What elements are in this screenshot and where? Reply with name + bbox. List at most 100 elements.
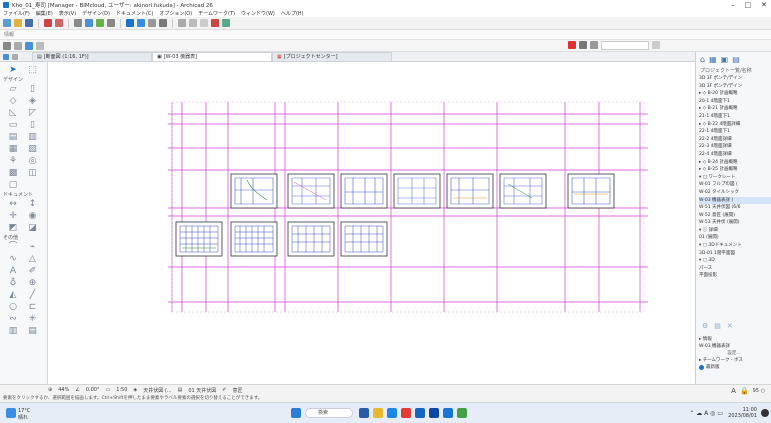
drawing-thumbnail[interactable] — [230, 173, 278, 209]
navigator-item[interactable]: W-03 機器表詳 ( — [699, 196, 771, 205]
navigator-item[interactable]: ▸ ◇ B-24 計画概略 — [699, 159, 771, 167]
shell-tool-icon[interactable]: ◸ — [26, 108, 40, 118]
navigator-item[interactable]: ▸ ◇ B-21 計画概略 — [699, 105, 771, 113]
percent-label[interactable]: 95 ○ — [753, 388, 765, 394]
navigator-item[interactable]: 3D-01 1階平面図 — [699, 250, 771, 258]
story-value[interactable]: 01 天井伏図 — [188, 387, 216, 394]
app-icon[interactable] — [457, 408, 467, 418]
detail-tool-icon[interactable]: ○ — [6, 302, 20, 312]
dimension-icon[interactable] — [590, 41, 598, 49]
marquee-tool-icon[interactable]: ⬚ — [26, 65, 40, 75]
navigator-item[interactable]: 01 (展開) — [699, 234, 771, 242]
navigator-item[interactable]: ▸ ◇ B-25 計画概略 — [699, 166, 771, 174]
camera-tool-icon[interactable]: ⊕ — [26, 278, 40, 288]
close-button[interactable]: ✕ — [761, 1, 767, 9]
fill-tool-icon[interactable]: ◩ — [6, 223, 20, 233]
grid-tool-icon[interactable]: ✳ — [26, 314, 40, 324]
schedule-tool-icon[interactable]: ▥ — [6, 326, 20, 336]
door-tool-icon[interactable]: ▭ — [6, 120, 20, 130]
drawing-thumbnail[interactable] — [340, 173, 388, 209]
drawing-thumbnail[interactable] — [287, 173, 335, 209]
navigator-item[interactable]: ▾ ▢ 3Dドキュメント — [699, 242, 771, 250]
pen-value[interactable]: 意匠 — [232, 387, 242, 394]
taskbar-search[interactable]: 検索 — [305, 408, 353, 418]
section-tool-icon[interactable]: ◭ — [6, 290, 20, 300]
layer-value[interactable]: 天井伏図 (... — [143, 387, 171, 394]
drawing-tool-icon[interactable]: ✐ — [26, 266, 40, 276]
notification-icon[interactable] — [761, 409, 769, 417]
interior-elevation-tool-icon[interactable]: ▤ — [26, 326, 40, 336]
hotspot-tool-icon[interactable]: △ — [26, 254, 40, 264]
mesh-tool-icon[interactable]: ◫ — [26, 168, 40, 178]
elevation-tool-icon[interactable]: ╱ — [26, 290, 40, 300]
lamp-tool-icon[interactable]: ◎ — [26, 156, 40, 166]
menu-edit[interactable]: 編集(E) — [36, 10, 53, 17]
navigator-item[interactable]: W-52 意匠 (展開) — [699, 212, 771, 220]
floor-plan-icon[interactable] — [137, 19, 145, 27]
home-icon[interactable] — [25, 41, 33, 50]
tray-icons[interactable]: ⌃ ☁ A ◎ ▭ — [689, 410, 723, 417]
text-tool-icon[interactable]: ✛ — [6, 211, 20, 221]
stair-tool-icon[interactable]: ▤ — [6, 132, 20, 142]
chevron-down-icon[interactable] — [36, 41, 44, 50]
roof-tool-icon[interactable]: ◺ — [6, 108, 20, 118]
navigator-item[interactable]: ▾ ▢ 3D — [699, 257, 771, 265]
story-icon[interactable]: ▤ — [178, 387, 183, 393]
navigator-item[interactable]: ▾ ▢ ワークシート — [699, 174, 771, 182]
menu-file[interactable]: ファイル(F) — [3, 10, 30, 17]
maximize-button[interactable]: □ — [745, 1, 752, 9]
drawing-thumbnail[interactable] — [393, 173, 441, 209]
elevation-icon[interactable] — [159, 19, 167, 27]
navigator-item[interactable]: 平面投影 — [699, 272, 771, 280]
arrow-tool-icon[interactable]: ➤ — [6, 65, 20, 75]
navigator-item[interactable]: W-51 天井伏図 (6/6 — [699, 204, 771, 212]
weather-icon[interactable] — [6, 408, 16, 418]
drawing-thumbnail[interactable] — [499, 173, 547, 209]
drawing-thumbnail[interactable] — [175, 221, 223, 257]
navigator-item[interactable]: W-02 タイルシック — [699, 189, 771, 197]
line-tool-icon[interactable]: ◪ — [26, 223, 40, 233]
navigator-item[interactable]: ▸ ◇ B-22 4階面詳細 — [699, 121, 771, 129]
menu-document[interactable]: ドキュメント(C) — [116, 10, 153, 17]
scale-icon[interactable]: ▭ — [105, 387, 110, 393]
properties-settings-button[interactable]: 設定... — [699, 350, 769, 357]
redo-icon[interactable] — [55, 19, 63, 27]
3d-view-icon[interactable] — [126, 19, 134, 27]
polyline-tool-icon[interactable]: ⌁ — [26, 242, 40, 252]
drawing-thumbnail[interactable] — [446, 173, 494, 209]
navigator-item[interactable]: 21-1 4階面下1 — [699, 113, 771, 121]
new-file-icon[interactable] — [3, 19, 11, 27]
drawing-thumbnail[interactable] — [287, 221, 335, 257]
guide-icon[interactable] — [96, 19, 104, 27]
text-a-tool-icon[interactable]: A — [6, 266, 20, 276]
navigator-item[interactable]: 22-1 4階面下1 — [699, 128, 771, 136]
zone-tool-icon[interactable]: ▩ — [6, 168, 20, 178]
tab-list-icon[interactable] — [12, 53, 18, 60]
marquee-icon[interactable] — [85, 19, 93, 27]
opening-tool-icon[interactable]: ▢ — [6, 180, 20, 190]
archicad-icon[interactable] — [429, 408, 439, 418]
menu-options[interactable]: オプション(O) — [159, 10, 192, 17]
navigator-item[interactable]: パース — [699, 265, 771, 273]
markup-icon[interactable] — [211, 19, 219, 27]
file-explorer-icon[interactable] — [373, 408, 383, 418]
settings-icon[interactable]: ⚙ — [702, 322, 708, 330]
navigator-item[interactable]: ▸ ◇ B-20 計画概略 — [699, 90, 771, 98]
navigator-item[interactable]: ▾ ⓘ 詳細 — [699, 227, 771, 235]
column-tool-icon[interactable]: ▯ — [26, 84, 40, 94]
morph-tool-icon[interactable]: ▧ — [26, 144, 40, 154]
teamwork-icon[interactable] — [222, 19, 230, 27]
trace-icon[interactable] — [178, 19, 186, 27]
undo-icon[interactable] — [44, 19, 52, 27]
scale-value[interactable]: 1:50 — [116, 387, 127, 393]
grid-icon[interactable] — [107, 19, 115, 27]
view-map-icon[interactable]: ▦ — [709, 55, 717, 64]
layer-combination-select[interactable] — [601, 41, 649, 50]
properties-header[interactable]: ▸ 情報 — [699, 336, 769, 343]
ime-mode[interactable]: A — [731, 387, 736, 395]
lock-icon[interactable]: 🔒 — [740, 387, 749, 395]
object-tool-icon[interactable]: ⚘ — [6, 156, 20, 166]
minimize-button[interactable]: – — [731, 1, 735, 9]
figure-tool-icon[interactable]: ♁ — [6, 278, 20, 288]
layout-book-icon[interactable]: ▣ — [721, 55, 729, 64]
